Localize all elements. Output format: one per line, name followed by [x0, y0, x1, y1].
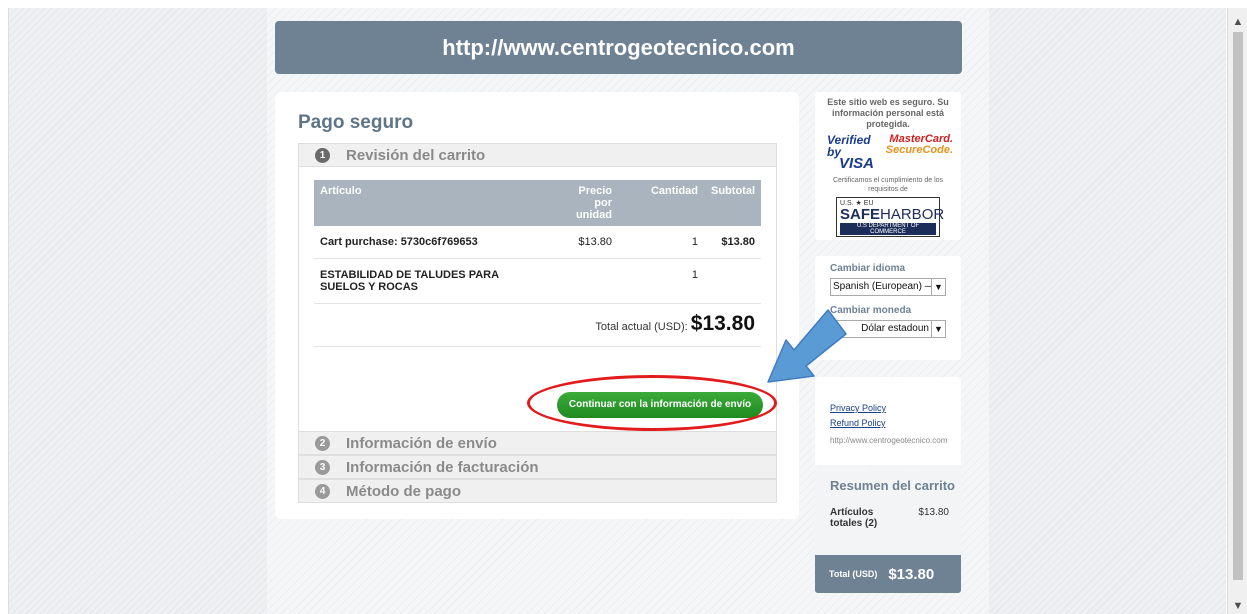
annotation-arrow-icon — [767, 309, 847, 383]
annotation-arrow-shape — [767, 309, 847, 383]
